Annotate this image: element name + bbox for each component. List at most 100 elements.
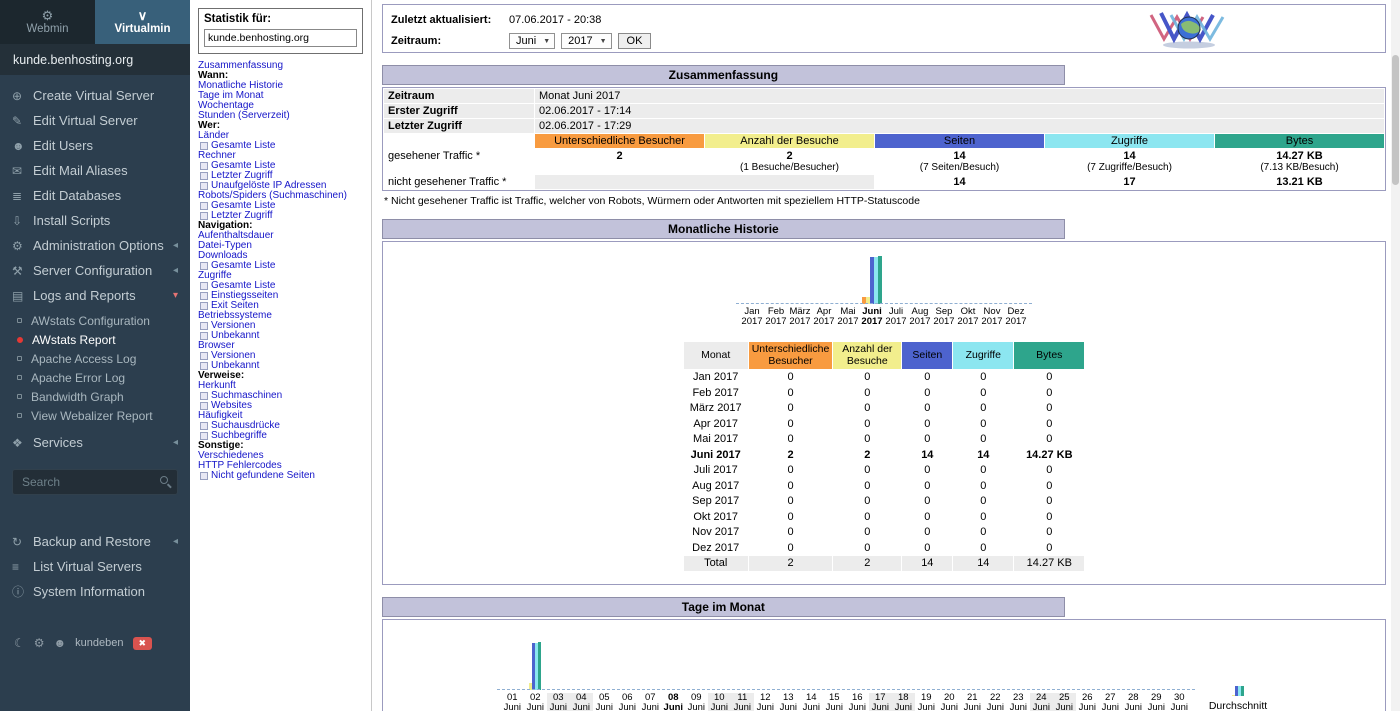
chart-column-17 xyxy=(869,640,892,690)
info-icon: ⓘ xyxy=(12,583,33,600)
sidebar-subitem-view-webalizer-report[interactable]: View Webalizer Report xyxy=(0,406,190,425)
monthly-row-dez-2017: Dez 201700000 xyxy=(684,541,1085,556)
chart-label-25: 25Juni xyxy=(1053,693,1076,711)
chart-column-12 xyxy=(754,640,777,690)
chevron-down-icon: ▾ xyxy=(173,290,178,301)
sidebar-item-edit-users[interactable]: ☻Edit Users xyxy=(0,133,190,158)
sidebar-item-install-scripts[interactable]: ⇩Install Scripts xyxy=(0,208,190,233)
chart-label-13: 13Juni xyxy=(777,693,800,711)
monthly-cell: 0 xyxy=(902,370,952,385)
sidebar-item-logs-and-reports[interactable]: ▤Logs and Reports▾ xyxy=(0,283,190,308)
summary-table: ZeitraumMonat Juni 2017Erster Zugriff02.… xyxy=(383,88,1385,190)
chart-label-21: 21Juni xyxy=(961,693,984,711)
sidebar-item-create-virtual-server[interactable]: ⊕Create Virtual Server xyxy=(0,83,190,108)
sidebar-item-system-information[interactable]: ⓘSystem Information xyxy=(0,579,190,604)
tab-virtualmin[interactable]: ∨ Virtualmin xyxy=(95,0,190,44)
chart-column-mai xyxy=(836,254,860,304)
search-input[interactable] xyxy=(12,469,178,495)
summary-footnote: * Nicht gesehener Traffic ist Traffic, w… xyxy=(384,195,1384,207)
nav-sublink-nicht-gefundene-seiten[interactable]: Nicht gefundene Seiten xyxy=(211,471,315,481)
chart-label-06: 06Juni xyxy=(616,693,639,711)
monthly-row-jan-2017: Jan 201700000 xyxy=(684,370,1085,385)
sidebar-subitem-label: Apache Error Log xyxy=(31,371,125,385)
nav-link-stunden-serverzeit[interactable]: Stunden (Serverzeit) xyxy=(198,111,363,121)
page-icon xyxy=(200,202,208,210)
sidebar-item-label: List Virtual Servers xyxy=(33,559,178,574)
sidebar-item-edit-databases[interactable]: ≣Edit Databases xyxy=(0,183,190,208)
tab-virtualmin-label: Virtualmin xyxy=(114,23,170,35)
settings-gears-icon[interactable]: ⚙ xyxy=(34,636,45,650)
monthly-cell: 0 xyxy=(953,370,1013,385)
year-select[interactable]: 2017 ▼ xyxy=(561,33,611,49)
chart-column-11 xyxy=(731,640,754,690)
summary-seen-value: 2(1 Besuche/Besucher) xyxy=(705,149,874,174)
sidebar-item-server-configuration[interactable]: ⚒Server Configuration◂ xyxy=(0,258,190,283)
scrollbar-track[interactable] xyxy=(1391,0,1400,711)
stats-domain-input[interactable] xyxy=(204,29,357,47)
sidebar-subitem-awstats-report[interactable]: AWstats Report xyxy=(0,330,190,349)
ok-button[interactable]: OK xyxy=(618,33,652,49)
sidebar-item-label: Edit Virtual Server xyxy=(33,113,178,128)
sidebar-subitem-label: AWstats Configuration xyxy=(31,314,150,328)
sidebar-item-backup-and-restore[interactable]: ↻Backup and Restore◂ xyxy=(0,529,190,554)
sidebar-subitem-label: Apache Access Log xyxy=(31,352,136,366)
monthly-cell: 0 xyxy=(833,386,901,401)
sidebar-item-edit-mail-aliases[interactable]: ✉Edit Mail Aliases xyxy=(0,158,190,183)
summary-seen-value: 14(7 Seiten/Besuch) xyxy=(875,149,1044,174)
sidebar-item-list-virtual-servers[interactable]: ≡List Virtual Servers xyxy=(0,554,190,579)
chart-column-19 xyxy=(915,640,938,690)
monthly-row-label: Juli 2017 xyxy=(684,463,748,478)
night-mode-icon[interactable]: ☾ xyxy=(14,636,25,650)
logout-button[interactable]: ✖ xyxy=(133,637,153,650)
chart-column-20 xyxy=(938,640,961,690)
chart-label-nov: Nov2017 xyxy=(980,307,1004,327)
monthly-cell: 0 xyxy=(833,541,901,556)
users-icon: ☻ xyxy=(12,139,33,153)
tab-webmin-label: Webmin xyxy=(27,23,69,35)
chevron-down-icon: ∨ xyxy=(138,9,148,22)
monthly-cell: 0 xyxy=(833,432,901,447)
column-header-seiten: Seiten xyxy=(875,134,1044,148)
sidebar-item-edit-virtual-server[interactable]: ✎Edit Virtual Server xyxy=(0,108,190,133)
monthly-cell: 0 xyxy=(833,510,901,525)
monthly-cell: 0 xyxy=(1014,541,1084,556)
page-icon xyxy=(200,352,208,360)
monthly-row-total: Total22141414.27 KB xyxy=(684,556,1085,571)
monthly-row-label: Okt 2017 xyxy=(684,510,748,525)
chart-column-22 xyxy=(984,640,1007,690)
monthly-cell: 14 xyxy=(902,448,952,463)
domain-selector[interactable]: kunde.benhosting.org xyxy=(0,44,190,75)
page-icon xyxy=(200,212,208,220)
sidebar-subitem-bandwidth-graph[interactable]: Bandwidth Graph xyxy=(0,387,190,406)
monthly-frame: Jan2017Feb2017März2017Apr2017Mai2017Juni… xyxy=(382,241,1386,585)
sidebar-subitem-awstats-configuration[interactable]: AWstats Configuration xyxy=(0,311,190,330)
page-icon xyxy=(200,302,208,310)
month-select-value: Juni xyxy=(516,35,536,47)
submenu-bullet-icon xyxy=(17,413,22,418)
chart-label-30: 30Juni xyxy=(1168,693,1191,711)
username: kundeben xyxy=(75,637,123,649)
summary-info-value: 02.06.2017 - 17:14 xyxy=(535,104,1384,118)
chart-label-22: 22Juni xyxy=(984,693,1007,711)
sidebar-item-services[interactable]: ❖Services◂ xyxy=(0,430,190,455)
chart-column-30 xyxy=(1168,640,1191,690)
column-header-zugriffe: Zugriffe xyxy=(1045,134,1214,148)
sidebar-subitem-apache-error-log[interactable]: Apache Error Log xyxy=(0,368,190,387)
sidebar-item-administration-options[interactable]: ⚙Administration Options◂ xyxy=(0,233,190,258)
config-icon: ⚒ xyxy=(12,264,33,278)
monthly-row-aug-2017: Aug 201700000 xyxy=(684,479,1085,494)
monthly-cell: 0 xyxy=(749,525,833,540)
bar-vk xyxy=(878,256,882,304)
chart-label-okt: Okt2017 xyxy=(956,307,980,327)
average-block: Durchschnitt xyxy=(1209,684,1267,711)
column-header-bytes: Bytes xyxy=(1215,134,1384,148)
scrollbar-thumb[interactable] xyxy=(1392,55,1399,185)
monthly-cell: 0 xyxy=(902,494,952,509)
monthly-cell: 0 xyxy=(1014,479,1084,494)
summary-seen-value: 2 xyxy=(535,149,704,174)
sidebar-subitem-apache-access-log[interactable]: Apache Access Log xyxy=(0,349,190,368)
month-select[interactable]: Juni ▼ xyxy=(509,33,555,49)
tab-webmin[interactable]: ⚙ Webmin xyxy=(0,0,95,44)
monthly-history-chart: Jan2017Feb2017März2017Apr2017Mai2017Juni… xyxy=(383,254,1385,327)
summary-info-value: 02.06.2017 - 17:29 xyxy=(535,119,1384,133)
